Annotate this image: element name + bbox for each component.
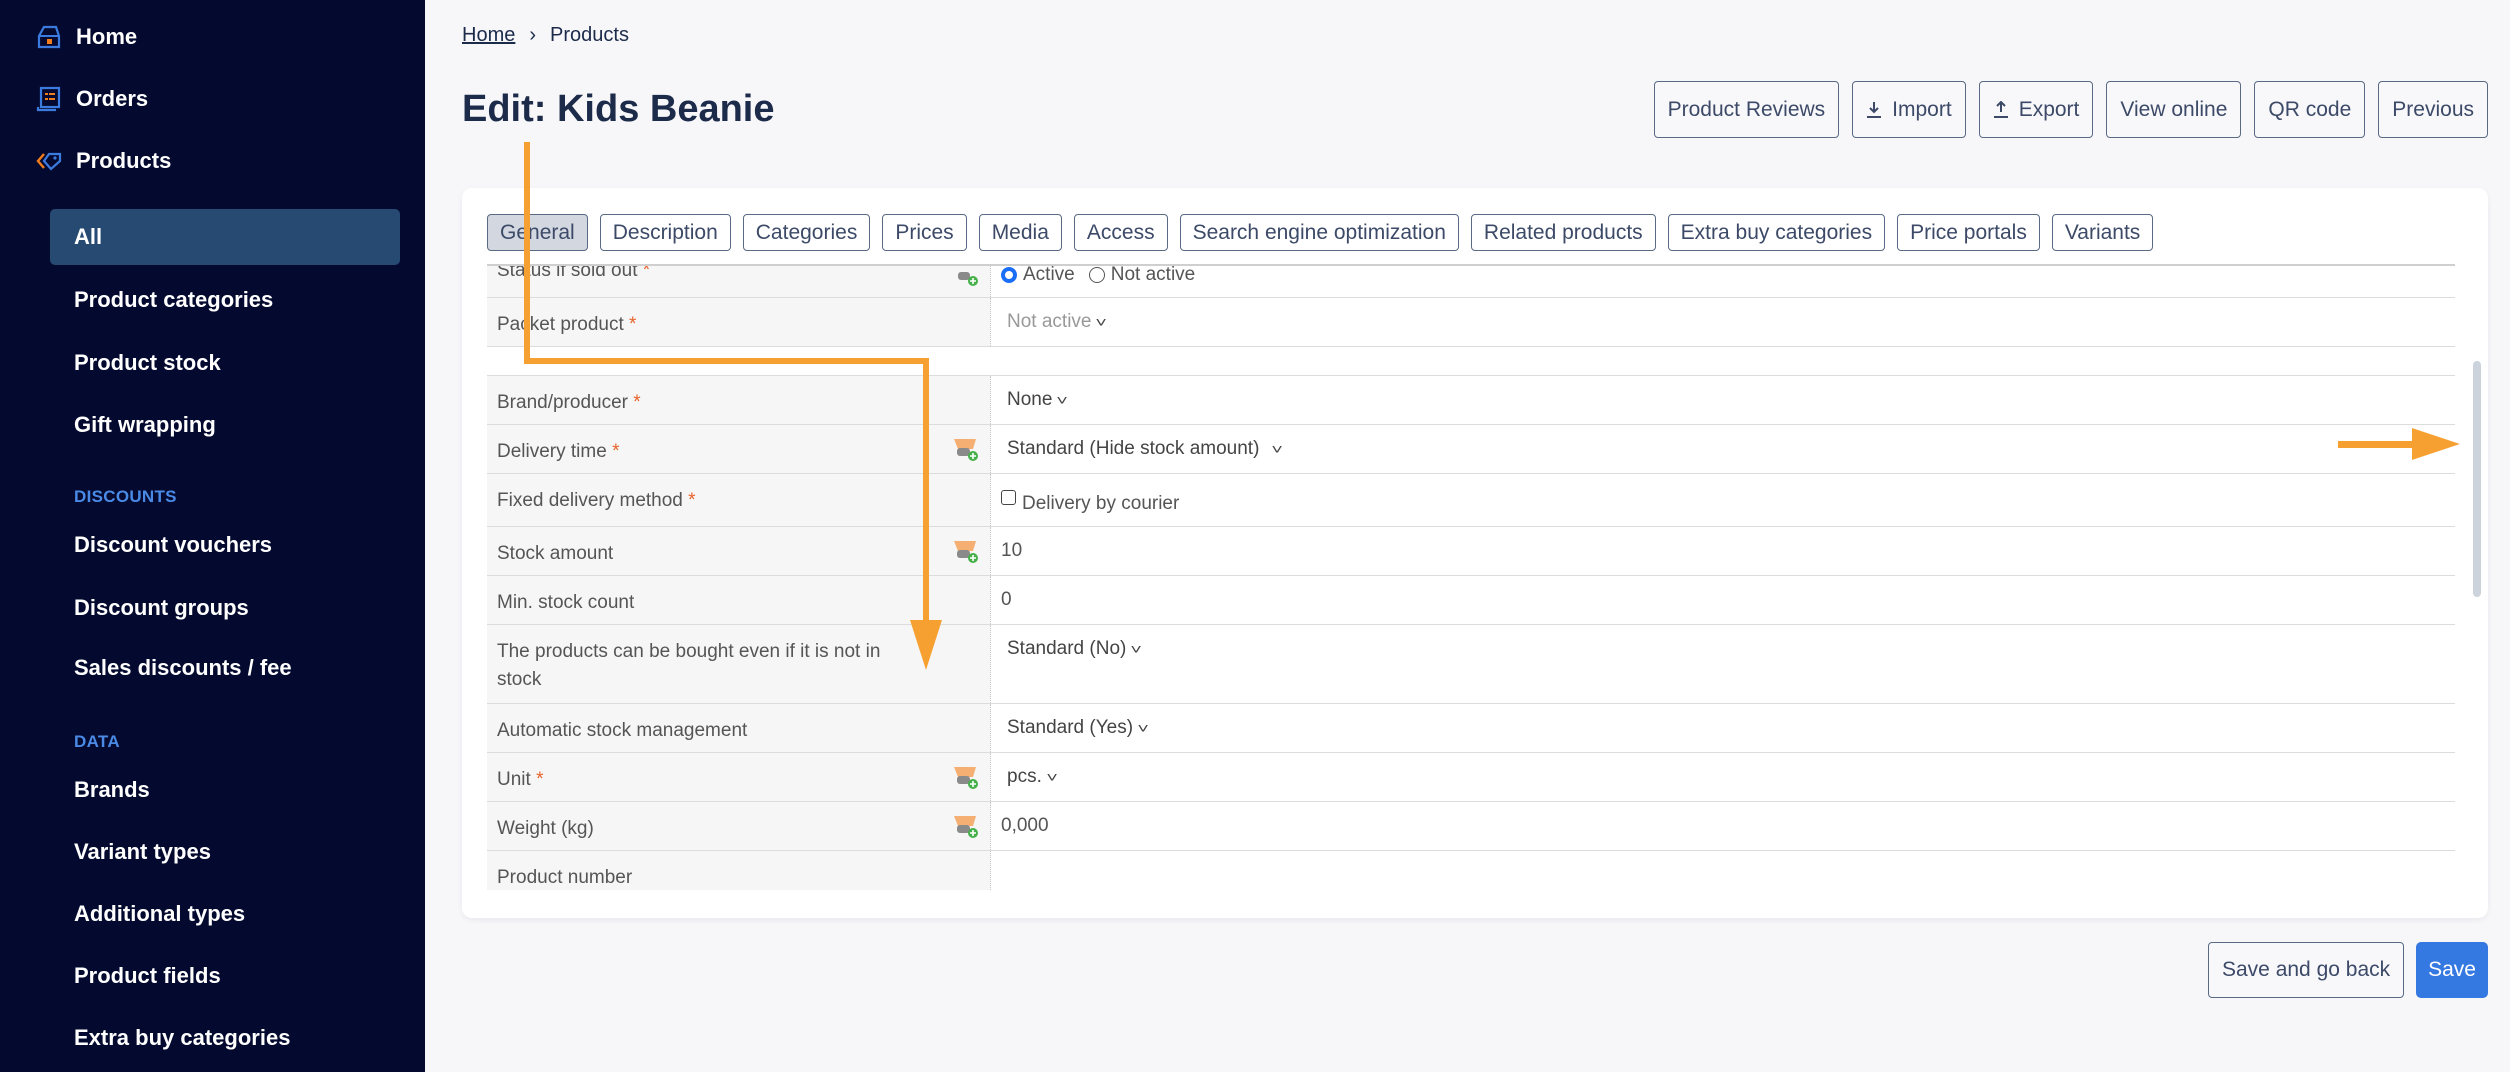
sidebar-item-variant-types[interactable]: Variant types <box>74 839 211 865</box>
tab-description[interactable]: Description <box>599 214 731 251</box>
sidebar-item-products[interactable]: Products <box>36 148 171 174</box>
tab-access[interactable]: Access <box>1073 214 1168 251</box>
chevron-down-icon: ˅ <box>1130 641 1143 657</box>
orders-icon <box>36 86 61 112</box>
breadcrumb-separator: › <box>529 24 537 46</box>
sidebar-item-additional-types[interactable]: Additional types <box>74 901 245 927</box>
form-row-stock-amount: Stock amount 10 <box>487 527 2455 576</box>
tab-seo[interactable]: Search engine optimization <box>1179 214 1459 251</box>
radio-active[interactable] <box>1001 267 1017 283</box>
tab-variants[interactable]: Variants <box>2051 214 2154 251</box>
sidebar-item-discount-vouchers[interactable]: Discount vouchers <box>74 532 272 558</box>
cart-settings-icon[interactable] <box>952 437 980 461</box>
delivery-time-select[interactable]: Standard (Hide stock amount) ˅ <box>1001 425 1284 460</box>
form-row-product-number: Product number <box>487 851 2455 890</box>
brand-select[interactable]: None ˅ <box>1001 376 1069 411</box>
sidebar-item-home[interactable]: Home <box>36 24 137 50</box>
tag-icon <box>36 152 62 171</box>
min-stock-input[interactable]: 0 <box>1001 576 1012 611</box>
chevron-down-icon: ˅ <box>1095 314 1108 330</box>
qr-code-button[interactable]: QR code <box>2254 81 2366 138</box>
cart-settings-icon[interactable] <box>952 814 980 838</box>
sidebar-item-sales-discounts[interactable]: Sales discounts / fee <box>74 655 292 681</box>
chevron-down-icon: ˅ <box>1271 441 1284 457</box>
breadcrumb: Home › Products <box>462 24 629 47</box>
sidebar-item-product-fields[interactable]: Product fields <box>74 963 221 989</box>
form-row-buy-not-in-stock: The products can be bought even if it is… <box>487 625 2455 704</box>
sidebar: Home Orders Products All Product categor… <box>0 0 425 1072</box>
tab-extra-buy-categories[interactable]: Extra buy categories <box>1667 214 1886 251</box>
view-online-button[interactable]: View online <box>2106 81 2242 138</box>
tab-general[interactable]: General <box>487 214 588 251</box>
save-and-go-back-button[interactable]: Save and go back <box>2208 942 2405 998</box>
form-row-fixed-delivery: Fixed delivery method * Delivery by cour… <box>487 474 2455 527</box>
sidebar-item-product-stock[interactable]: Product stock <box>74 350 221 376</box>
sidebar-item-orders[interactable]: Orders <box>36 86 148 112</box>
sidebar-item-all[interactable]: All <box>50 209 400 265</box>
form-row-weight: Weight (kg) 0,000 <box>487 802 2455 851</box>
auto-stock-select[interactable]: Standard (Yes) ˅ <box>1001 704 1149 739</box>
breadcrumb-current: Products <box>550 24 629 46</box>
tab-categories[interactable]: Categories <box>742 214 871 251</box>
import-icon <box>1867 101 1882 118</box>
sidebar-item-gift-wrapping[interactable]: Gift wrapping <box>74 412 216 438</box>
section-data: DATA <box>74 732 120 751</box>
form-row-status-if-sold-out: Status if sold out * Active Not active <box>487 264 2455 298</box>
form-row-min-stock: Min. stock count 0 <box>487 576 2455 625</box>
form-row-delivery-time: Delivery time * Standard (Hide stock amo… <box>487 425 2455 474</box>
form-row-brand: Brand/producer * None ˅ <box>487 376 2455 425</box>
tab-bar: General Description Categories Prices Me… <box>487 214 2154 251</box>
unit-select[interactable]: pcs. ˅ <box>1001 753 1058 788</box>
section-discounts: DISCOUNTS <box>74 487 177 506</box>
previous-button[interactable]: Previous <box>2378 81 2488 138</box>
sidebar-item-product-categories[interactable]: Product categories <box>74 287 273 313</box>
import-button[interactable]: Import <box>1852 81 1966 138</box>
weight-input[interactable]: 0,000 <box>1001 802 1049 837</box>
tab-related-products[interactable]: Related products <box>1470 214 1656 251</box>
tab-prices[interactable]: Prices <box>882 214 967 251</box>
bottom-actions: Save and go back Save <box>2208 942 2488 998</box>
top-actions: Product Reviews Import Export View onlin… <box>1653 81 2488 138</box>
sidebar-item-extra-buy-categories[interactable]: Extra buy categories <box>74 1025 290 1051</box>
export-icon <box>1993 100 2008 118</box>
cart-settings-icon[interactable] <box>952 264 980 286</box>
form-row-packet-product: Packet product * Not active ˅ <box>487 298 2455 347</box>
tab-media[interactable]: Media <box>978 214 1062 251</box>
product-reviews-button[interactable]: Product Reviews <box>1653 81 1840 138</box>
save-button[interactable]: Save <box>2416 942 2488 998</box>
tab-price-portals[interactable]: Price portals <box>1897 214 2040 251</box>
cart-settings-icon[interactable] <box>952 539 980 563</box>
radio-not-active[interactable] <box>1088 267 1105 283</box>
sidebar-item-discount-groups[interactable]: Discount groups <box>74 595 249 621</box>
export-button[interactable]: Export <box>1978 81 2094 138</box>
form-row-unit: Unit * pcs. ˅ <box>487 753 2455 802</box>
chevron-down-icon: ˅ <box>1046 769 1058 785</box>
sidebar-item-brands[interactable]: Brands <box>74 777 150 803</box>
chevron-down-icon: ˅ <box>1056 392 1069 408</box>
product-edit-card: General Description Categories Prices Me… <box>462 188 2488 918</box>
cart-settings-icon[interactable] <box>952 765 980 789</box>
breadcrumb-home-link[interactable]: Home <box>462 24 515 47</box>
delivery-by-courier-checkbox[interactable] <box>1001 490 1016 505</box>
stock-amount-input[interactable]: 10 <box>1001 527 1022 562</box>
chevron-down-icon: ˅ <box>1137 720 1149 736</box>
form-scrollbar[interactable] <box>2473 361 2481 597</box>
page-title: Edit: Kids Beanie <box>462 88 775 130</box>
form-row-auto-stock: Automatic stock management Standard (Yes… <box>487 704 2455 753</box>
packet-product-select[interactable]: Not active ˅ <box>1001 298 1108 333</box>
home-icon <box>37 25 61 49</box>
buy-not-in-stock-select[interactable]: Standard (No) ˅ <box>1001 625 1143 660</box>
